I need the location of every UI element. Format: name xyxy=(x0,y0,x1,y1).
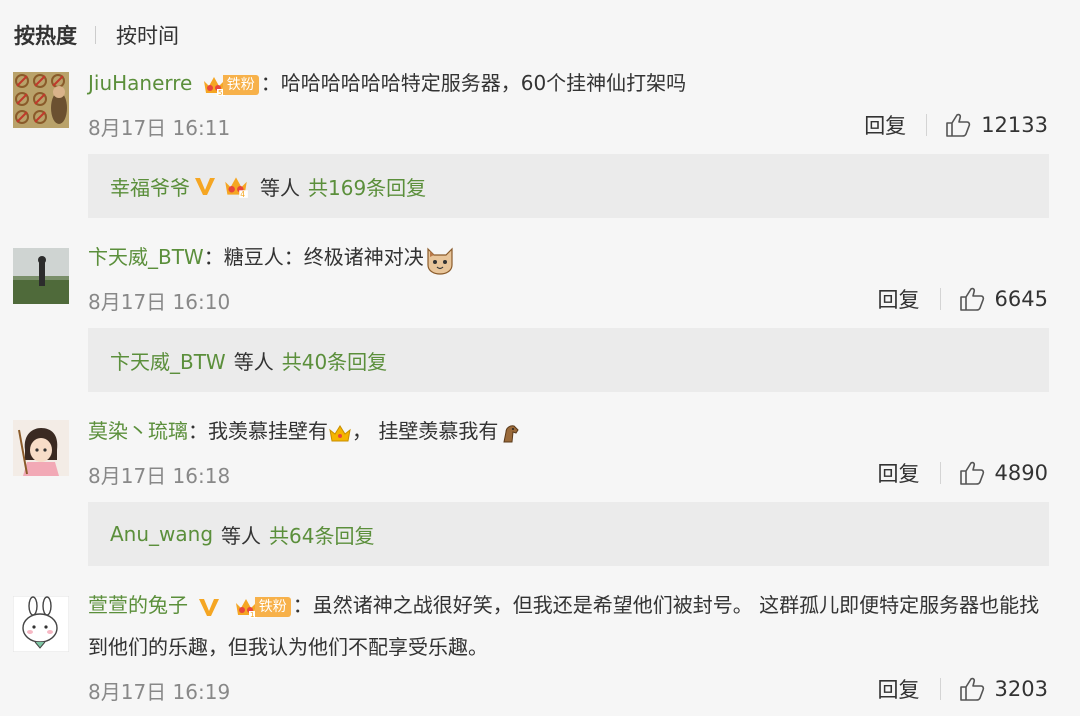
horse-emoji xyxy=(503,424,520,442)
username-link[interactable]: 莫染丶琉璃 xyxy=(88,419,188,443)
colon: ： xyxy=(292,593,313,617)
vip-v-icon xyxy=(195,178,215,195)
sub-replies-box[interactable]: Anu_wang 等人 共64条回复 xyxy=(88,502,1049,566)
fan-tag: 铁粉 xyxy=(254,596,291,617)
thumbs-up-icon[interactable] xyxy=(959,286,985,312)
comment-text-line: 莫染丶琉璃：我羡慕挂壁有 ， 挂壁羡慕我有 xyxy=(88,410,1050,452)
action-divider xyxy=(926,114,928,136)
comment-actions: 回复 6645 xyxy=(878,284,1048,314)
sub-reply-total[interactable]: 共40条回复 xyxy=(282,346,387,375)
sub-reply-deng: 等人 xyxy=(233,349,274,374)
sort-by-hot-tab[interactable]: 按热度 xyxy=(14,20,77,50)
comment-time: 8月17日 16:11 xyxy=(88,116,231,140)
avatar[interactable] xyxy=(13,72,69,128)
reply-button[interactable]: 回复 xyxy=(878,284,920,314)
sub-reply-user[interactable]: 卞天威_BTW xyxy=(110,346,226,375)
cat-face-emoji xyxy=(427,247,453,275)
reply-button[interactable]: 回复 xyxy=(878,674,920,704)
thumbs-up-icon[interactable] xyxy=(959,676,985,702)
comment-content-cont: ， 挂壁羡慕我有 xyxy=(352,419,499,443)
comment-content: 虽然诸神之战很好笑，但我还是希望他们被封号。 这群孤儿即便特定服务器也能找到他们… xyxy=(88,593,1040,659)
comment-content: 哈哈哈哈哈哈特定服务器，60个挂神仙打架吗 xyxy=(280,71,687,95)
comment-text-line: 卞天威_BTW：糖豆人：终极诸神对决 xyxy=(88,236,1050,278)
avatar[interactable] xyxy=(13,596,69,652)
reply-button[interactable]: 回复 xyxy=(878,458,920,488)
fan-badge: 1 铁粉 xyxy=(233,596,291,619)
sub-replies-box[interactable]: 卞天威_BTW 等人 共40条回复 xyxy=(88,328,1049,392)
comment-content: 糖豆人：终极诸神对决 xyxy=(223,245,424,269)
username-link[interactable]: 卞天威_BTW xyxy=(88,245,204,269)
comment-time: 8月17日 16:10 xyxy=(88,290,231,314)
comment-time: 8月17日 16:18 xyxy=(88,464,231,488)
action-divider xyxy=(939,678,941,700)
colon: ： xyxy=(188,419,208,443)
crown-icon: 4 xyxy=(225,177,248,199)
svg-text:4: 4 xyxy=(240,190,245,199)
sort-by-time-tab[interactable]: 按时间 xyxy=(116,20,179,50)
fan-badge: 5 铁粉 xyxy=(201,74,259,97)
crown-emoji xyxy=(329,424,351,441)
thumbs-up-icon[interactable] xyxy=(945,112,971,138)
colon: ： xyxy=(203,245,224,269)
sort-divider xyxy=(95,26,96,44)
svg-text:1: 1 xyxy=(250,611,254,619)
comment-actions: 回复 4890 xyxy=(878,458,1048,488)
like-count: 12133 xyxy=(981,113,1048,137)
username-link[interactable]: JiuHanerre xyxy=(88,71,192,95)
comment-text-block: 萱萱的兔子 1 铁粉 ：虽然诸神之战很好笑，但我还是希望他们被封号。 这群孤儿即… xyxy=(88,584,1050,668)
comment-actions: 回复 3203 xyxy=(878,674,1048,704)
svg-text:5: 5 xyxy=(218,89,222,97)
action-divider xyxy=(939,462,941,484)
sub-replies-box[interactable]: 幸福爷爷 4 等人 共169条回复 xyxy=(88,154,1049,218)
action-divider xyxy=(939,288,941,310)
like-count: 3203 xyxy=(994,677,1048,701)
comment-content: 我羡慕挂壁有 xyxy=(208,419,328,443)
sub-reply-user[interactable]: 幸福爷爷 xyxy=(110,172,190,201)
like-count: 4890 xyxy=(994,461,1048,485)
sub-reply-deng: 等人 xyxy=(221,523,262,548)
comment-time: 8月17日 16:19 xyxy=(88,680,231,704)
sub-reply-user[interactable]: Anu_wang xyxy=(110,522,213,546)
sub-reply-total[interactable]: 共169条回复 xyxy=(308,172,426,201)
avatar[interactable] xyxy=(13,248,69,304)
sort-bar: 按热度 按时间 xyxy=(14,20,179,50)
sub-reply-deng: 等人 xyxy=(260,175,300,200)
sub-reply-total[interactable]: 共64条回复 xyxy=(269,520,374,549)
colon: ： xyxy=(260,71,281,95)
vip-v-icon xyxy=(199,598,220,616)
avatar[interactable] xyxy=(13,420,69,476)
like-count: 6645 xyxy=(994,287,1048,311)
reply-button[interactable]: 回复 xyxy=(864,110,906,140)
fan-tag: 铁粉 xyxy=(222,74,259,95)
thumbs-up-icon[interactable] xyxy=(959,460,985,486)
username-link[interactable]: 萱萱的兔子 xyxy=(88,593,188,617)
comment-text-line: JiuHanerre 5 铁粉 ：哈哈哈哈哈哈特定服务器，60个挂神仙打架吗 xyxy=(88,62,1050,104)
comment-actions: 回复 12133 xyxy=(864,110,1048,140)
